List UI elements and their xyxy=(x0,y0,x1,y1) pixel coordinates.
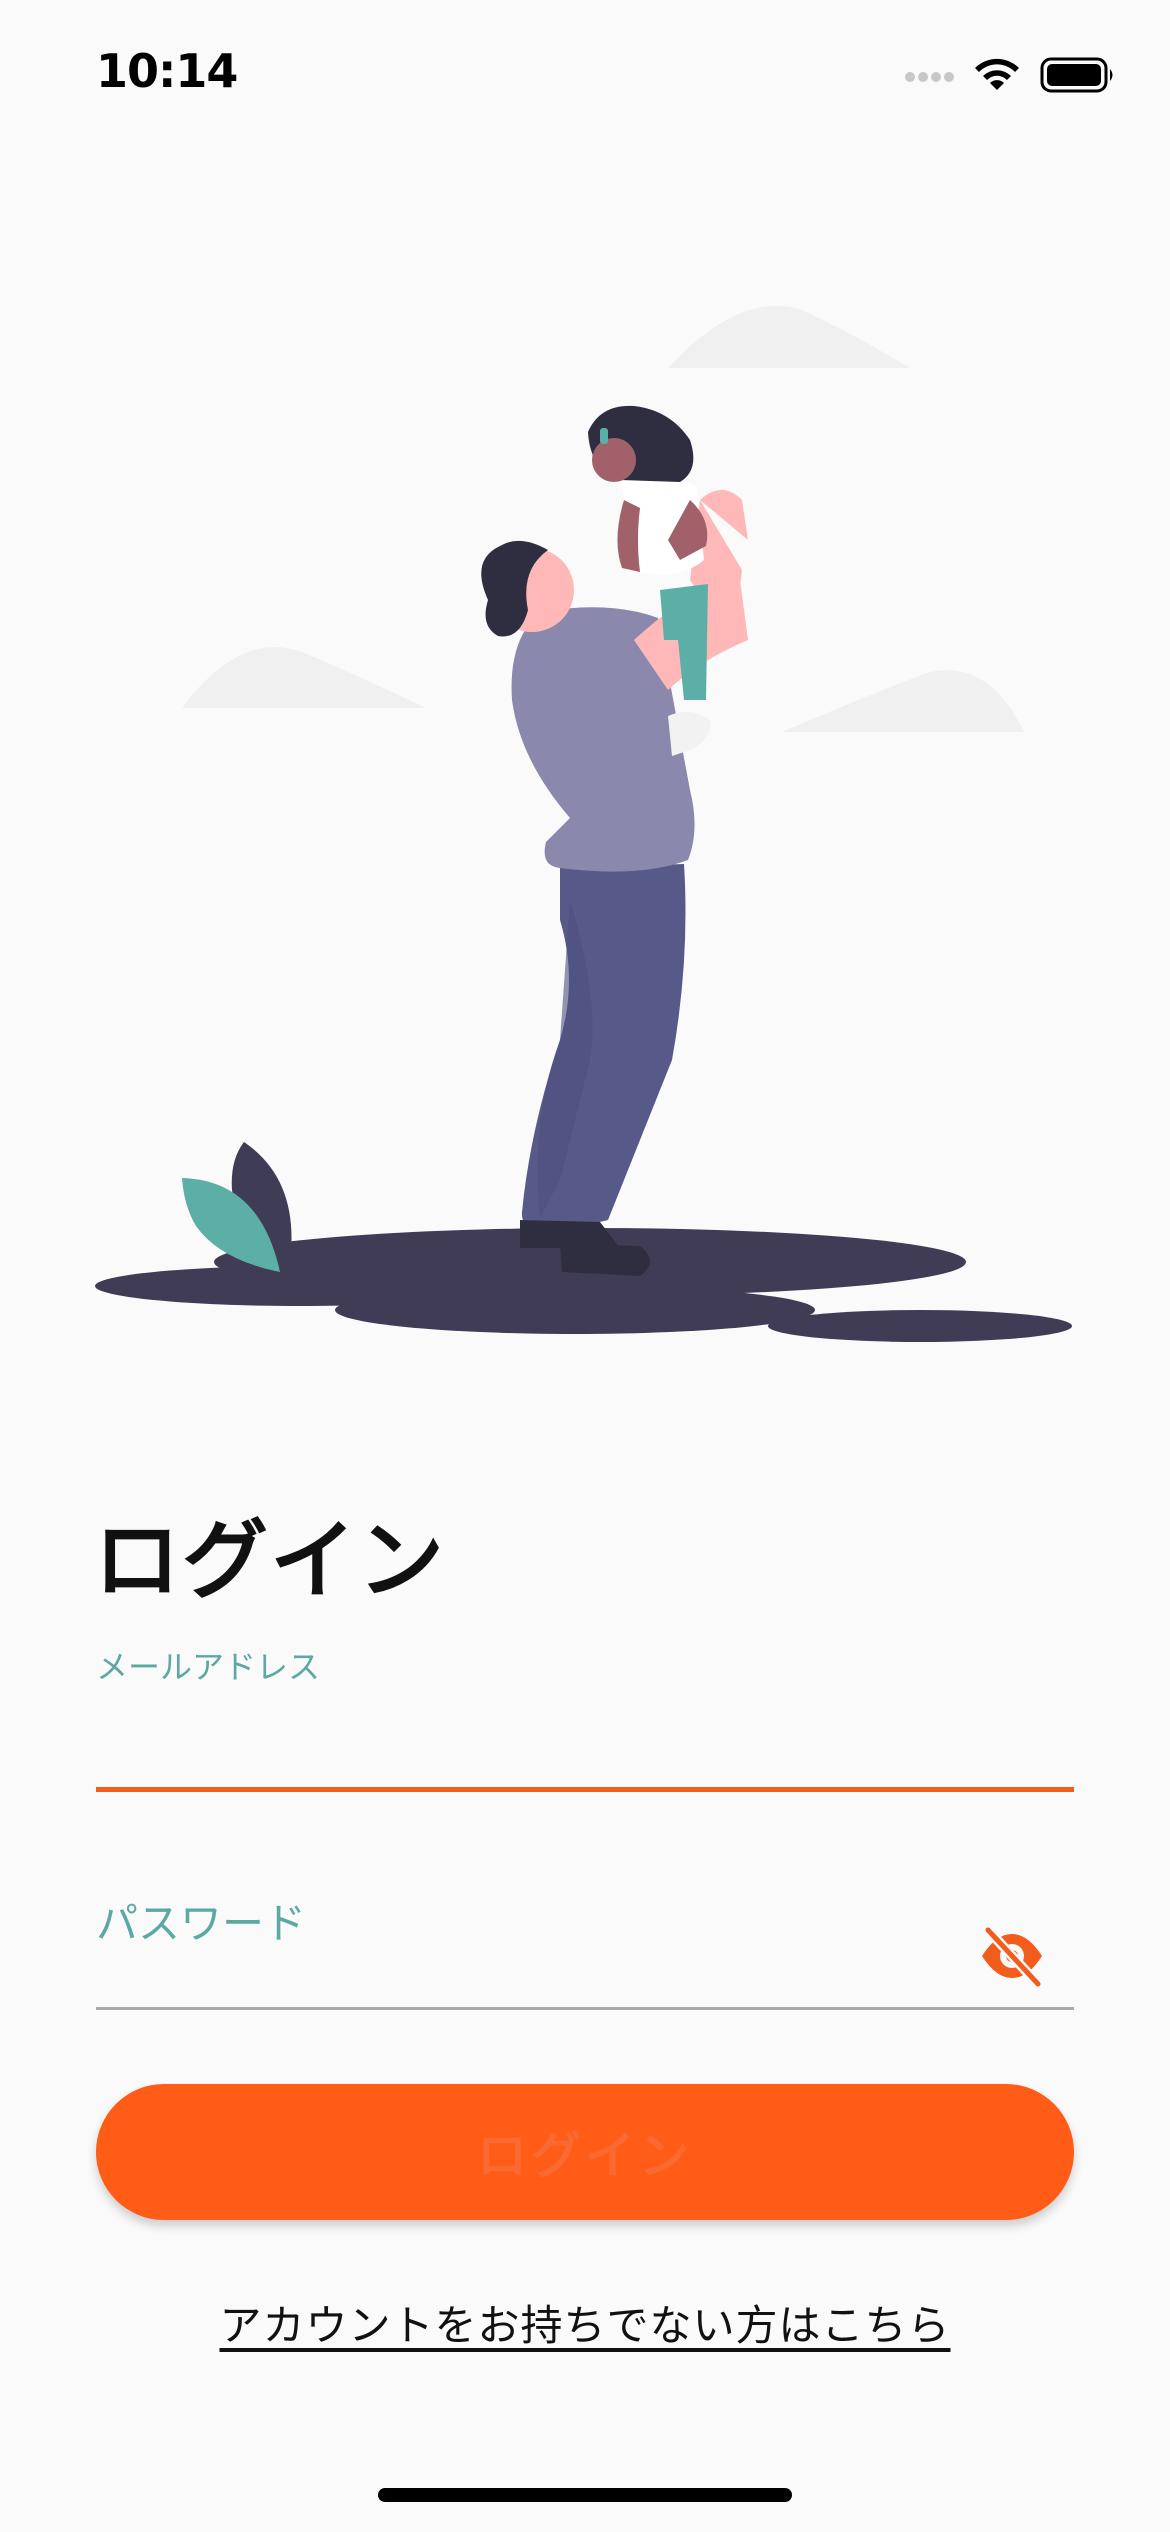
home-indicator[interactable] xyxy=(378,2488,792,2502)
email-field[interactable] xyxy=(96,1680,1074,1792)
child-head xyxy=(592,438,636,482)
hero-illustration xyxy=(0,0,1170,1400)
parent-lifting-child-illustration xyxy=(95,305,1072,1342)
login-button[interactable]: ログイン xyxy=(96,2084,1074,2220)
cloud-top xyxy=(668,305,910,368)
signup-link[interactable]: アカウントをお持ちでない方はこちら xyxy=(0,2292,1170,2353)
eye-off-icon[interactable] xyxy=(976,1920,1048,1992)
cloud-left xyxy=(182,647,426,708)
password-field[interactable] xyxy=(96,1880,956,2000)
cloud-right xyxy=(782,670,1024,732)
page-title: ログイン xyxy=(94,1511,446,1611)
password-field-container: パスワード xyxy=(96,1880,1074,2010)
